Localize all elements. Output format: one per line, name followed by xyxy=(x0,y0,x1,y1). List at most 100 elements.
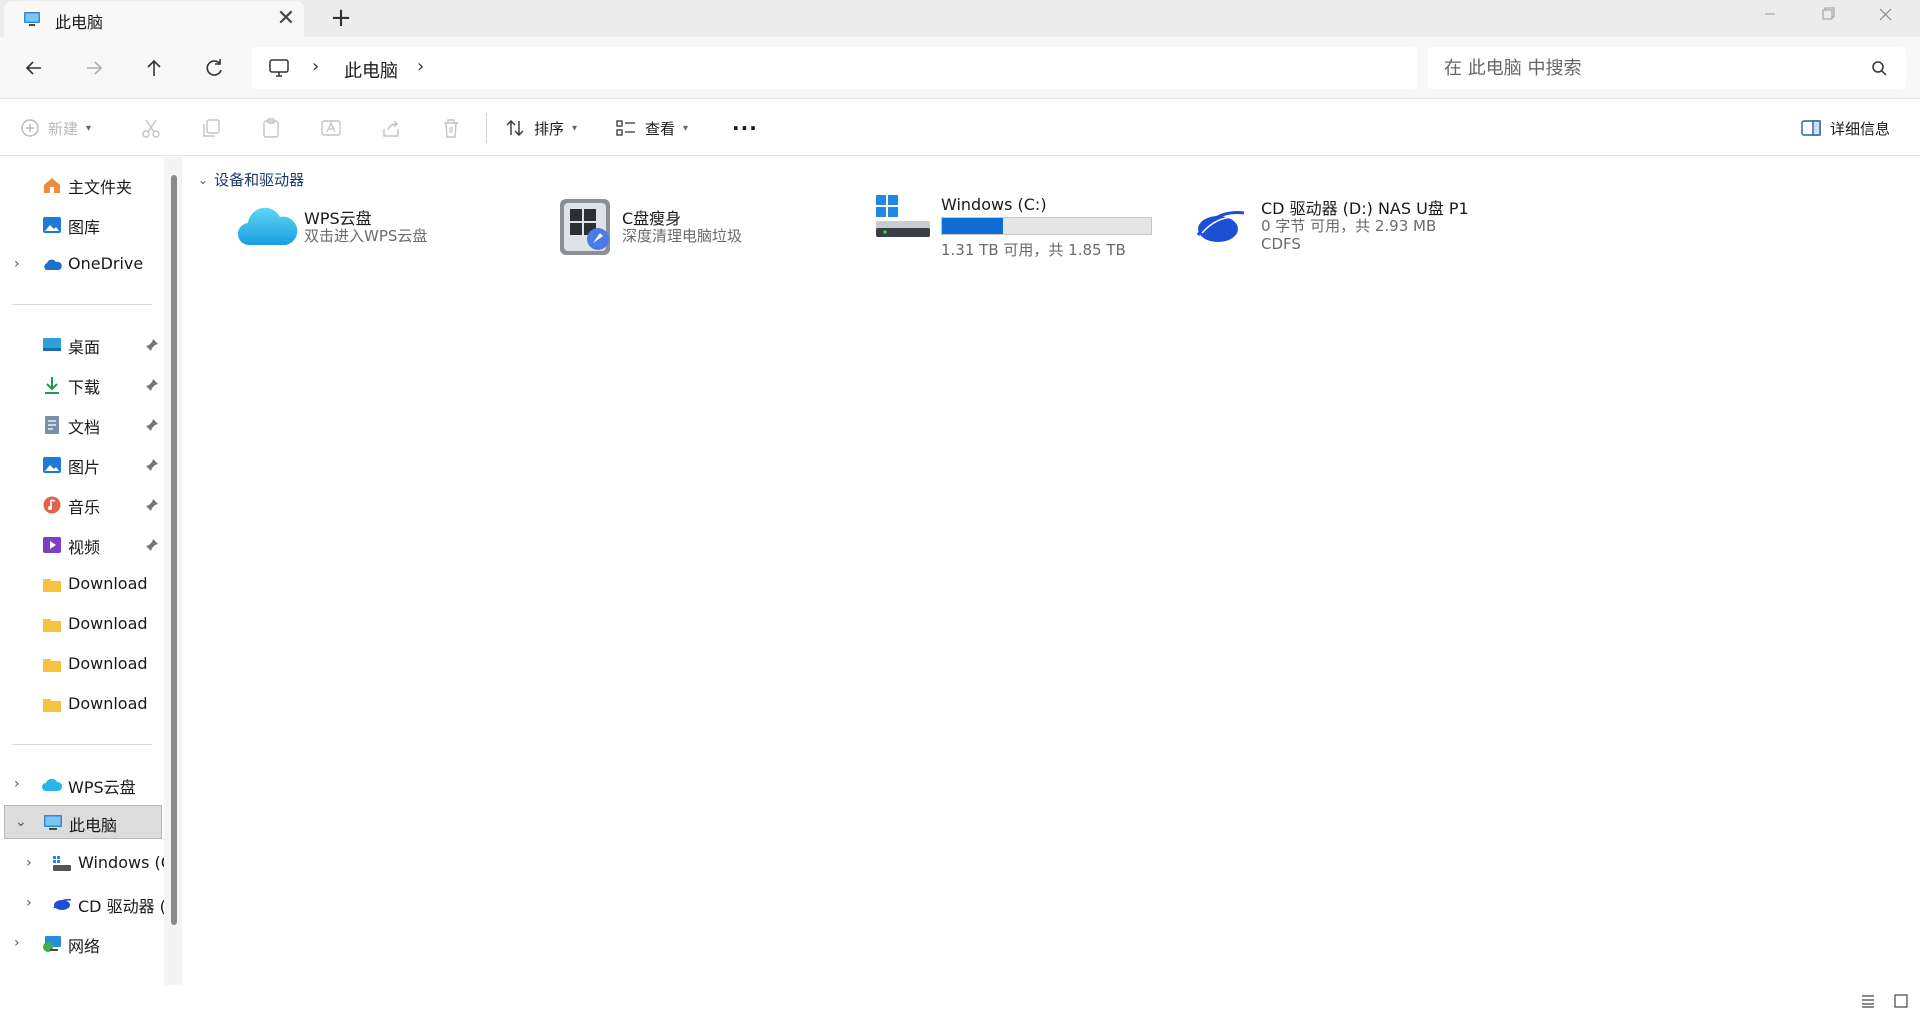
sort-button-label: 排序 xyxy=(534,119,565,138)
nav-item-label: 网络 xyxy=(68,937,101,956)
chevron-right-icon[interactable]: › xyxy=(14,256,28,272)
address-bar[interactable]: › 此电脑 › xyxy=(252,47,1417,89)
nav-item-download-folder[interactable]: Download xyxy=(0,568,166,602)
nav-item-label: 文档 xyxy=(68,418,101,437)
nav-item-music[interactable]: 音乐 xyxy=(0,488,166,522)
delete-button[interactable] xyxy=(440,99,462,157)
nav-item-label: 图库 xyxy=(68,218,101,237)
chevron-right-icon[interactable]: › xyxy=(26,855,40,871)
video-icon xyxy=(42,536,62,554)
nav-item-label: 音乐 xyxy=(68,498,101,517)
nav-item-download-folder[interactable]: Download xyxy=(0,648,166,682)
item-windows-drive[interactable]: Windows (C:) 1.31 TB 可用，共 1.85 TB xyxy=(876,195,1176,265)
nav-item-downloads[interactable]: 下载 xyxy=(0,368,166,402)
folder-icon xyxy=(42,616,62,634)
home-icon xyxy=(42,176,62,194)
nav-item-home[interactable]: 主文件夹 xyxy=(0,168,166,202)
pin-icon[interactable] xyxy=(145,537,159,556)
nav-item-label: 图片 xyxy=(68,458,101,477)
pin-icon[interactable] xyxy=(145,417,159,436)
nav-item-label: Download xyxy=(68,574,148,593)
close-tab-button[interactable]: ✕ xyxy=(275,8,297,30)
search-icon[interactable] xyxy=(1870,59,1888,81)
nav-item-this-pc[interactable]: ⌄ 此电脑 xyxy=(4,805,162,839)
nav-scrollbar-thumb[interactable] xyxy=(171,175,177,925)
details-view-icon[interactable] xyxy=(1860,993,1876,1013)
item-c-disk-cleanup[interactable]: C盘瘦身 深度清理电脑垃圾 xyxy=(556,195,856,265)
view-icon xyxy=(616,120,635,136)
close-window-button[interactable] xyxy=(1858,0,1914,32)
nav-item-onedrive[interactable]: › OneDrive xyxy=(0,248,166,282)
nav-item-download-folder[interactable]: Download xyxy=(0,688,166,722)
tiles-view-icon[interactable] xyxy=(1893,993,1909,1013)
minimize-button[interactable] xyxy=(1742,0,1798,32)
details-pane-button[interactable]: 详细信息 xyxy=(1800,99,1890,157)
chevron-down-icon: ⌄ xyxy=(198,172,209,187)
nav-item-download-folder[interactable]: Download xyxy=(0,608,166,642)
nav-item-label: 桌面 xyxy=(68,338,101,357)
nav-item-label: 视频 xyxy=(68,538,101,557)
nav-item-gallery[interactable]: 图库 xyxy=(0,208,166,242)
computer-icon xyxy=(43,814,63,832)
search-box[interactable] xyxy=(1428,47,1906,89)
new-tab-button[interactable]: + xyxy=(330,5,352,31)
more-dots-icon: ··· xyxy=(732,116,758,140)
nav-item-documents[interactable]: 文档 xyxy=(0,408,166,442)
group-header[interactable]: ⌄ 设备和驱动器 xyxy=(198,169,304,190)
search-input[interactable] xyxy=(1444,55,1844,81)
status-bar xyxy=(0,985,1920,1015)
trash-icon xyxy=(444,119,458,138)
chevron-right-icon[interactable]: › xyxy=(14,935,28,951)
navigation-pane: 主文件夹 图库 › OneDrive 桌面 下载 文档 图片 音乐 视频 Dow… xyxy=(0,157,170,985)
nav-item-network[interactable]: › 网络 xyxy=(0,927,166,961)
nav-item-label: 此电脑 xyxy=(69,816,118,835)
paste-button[interactable] xyxy=(260,99,282,157)
plus-circle-icon xyxy=(21,119,39,137)
drive-icon xyxy=(52,855,72,873)
nav-item-label: Download xyxy=(68,614,148,633)
folder-icon xyxy=(42,656,62,674)
rename-button[interactable] xyxy=(320,99,342,157)
item-wps-cloud[interactable]: WPS云盘 双击进入WPS云盘 xyxy=(237,195,538,265)
up-button[interactable] xyxy=(140,54,168,82)
nav-item-videos[interactable]: 视频 xyxy=(0,528,166,562)
cut-button[interactable] xyxy=(140,99,162,157)
breadcrumb-separator[interactable]: › xyxy=(312,56,319,77)
breadcrumb-separator[interactable]: › xyxy=(417,56,424,77)
restore-button[interactable] xyxy=(1800,0,1856,32)
share-button[interactable] xyxy=(380,99,402,157)
refresh-button[interactable] xyxy=(200,54,228,82)
pin-icon[interactable] xyxy=(145,377,159,396)
chevron-right-icon[interactable]: › xyxy=(26,895,40,911)
details-pane-label: 详细信息 xyxy=(1830,119,1891,138)
pin-icon[interactable] xyxy=(145,497,159,516)
chevron-right-icon[interactable]: › xyxy=(14,776,28,792)
pin-icon[interactable] xyxy=(145,337,159,356)
nav-item-windows-drive[interactable]: › Windows (C xyxy=(0,847,166,881)
sort-button[interactable]: 排序 ▾ xyxy=(504,99,577,157)
item-subtitle: 1.31 TB 可用，共 1.85 TB xyxy=(941,241,1126,259)
view-button[interactable]: 查看 ▾ xyxy=(615,99,688,157)
more-options-button[interactable]: ··· xyxy=(732,99,758,157)
picture-icon xyxy=(42,456,62,474)
item-subtitle: 深度清理电脑垃圾 xyxy=(622,227,743,245)
gallery-icon xyxy=(42,216,62,234)
nav-item-pictures[interactable]: 图片 xyxy=(0,448,166,482)
nav-item-label: CD 驱动器 (D xyxy=(78,897,166,916)
document-icon xyxy=(42,416,62,434)
chevron-down-icon[interactable]: ⌄ xyxy=(15,814,29,830)
pin-icon[interactable] xyxy=(145,457,159,476)
command-bar: 新建 ▾ 排序 ▾ 查看 ▾ ··· 详细信息 xyxy=(0,98,1920,156)
nav-item-desktop[interactable]: 桌面 xyxy=(0,328,166,362)
nav-item-label: 主文件夹 xyxy=(68,178,133,197)
nav-item-wps-cloud[interactable]: › WPS云盘 xyxy=(0,768,166,802)
new-button[interactable]: 新建 ▾ xyxy=(20,99,91,157)
view-button-label: 查看 xyxy=(645,119,676,138)
breadcrumb-this-pc[interactable]: 此电脑 xyxy=(344,57,398,83)
back-button[interactable] xyxy=(20,54,48,82)
copy-button[interactable] xyxy=(200,99,222,157)
forward-button[interactable] xyxy=(80,54,108,82)
tab-this-pc[interactable]: 此电脑 ✕ xyxy=(4,1,304,37)
nav-item-cd-drive[interactable]: › CD 驱动器 (D xyxy=(0,887,166,921)
item-cd-drive[interactable]: CD 驱动器 (D:) NAS U盘 P1 0 字节 可用，共 2.93 MB … xyxy=(1196,195,1516,265)
